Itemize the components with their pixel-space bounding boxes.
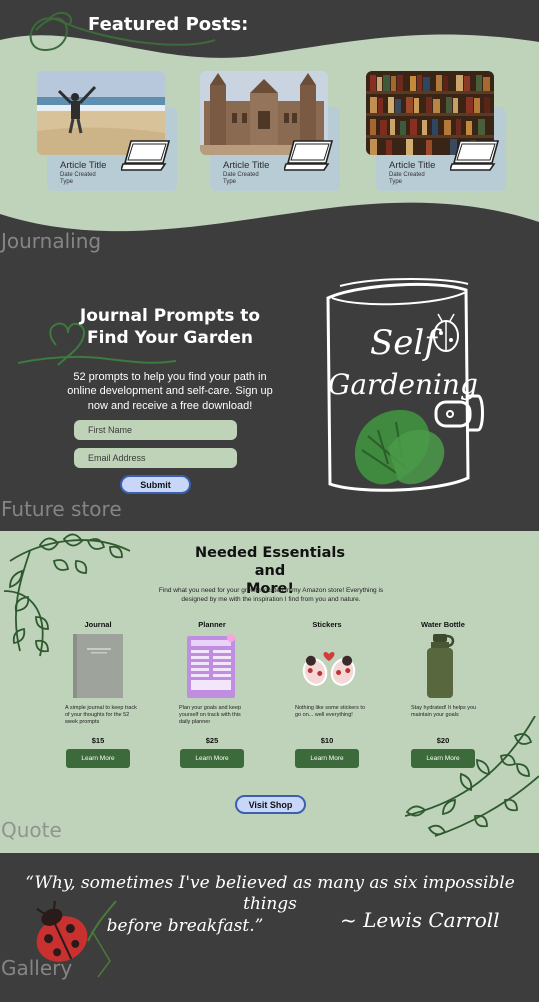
laptop-icon	[450, 140, 500, 171]
laptop-icon	[284, 140, 334, 171]
post-type: Type	[60, 179, 74, 185]
product-price: $20	[436, 736, 450, 745]
post-card[interactable]: Article Title Date Created Type	[37, 71, 177, 191]
learn-more-button[interactable]: Learn More	[295, 749, 359, 768]
water-bottle-image	[427, 634, 455, 698]
learn-more-button[interactable]: Learn More	[66, 749, 130, 768]
product-name: Planner	[198, 620, 226, 629]
future-store-section: Needed Essentials and More! Find what yo…	[0, 531, 539, 853]
first-name-field[interactable]	[74, 420, 237, 440]
post-title: Article Title	[223, 160, 270, 171]
post-date: Date Created	[389, 172, 425, 178]
section-label-gallery: Gallery	[1, 956, 73, 980]
store-title-line1: Needed Essentials and	[194, 545, 346, 580]
product-name: Water Bottle	[421, 620, 465, 629]
page: Featured Posts: Article Title Date Creat…	[0, 0, 539, 1002]
journal-prompts-title: Journal Prompts to Find Your Garden	[70, 305, 270, 349]
post-type: Type	[389, 179, 403, 185]
visit-shop-button[interactable]: Visit Shop	[235, 795, 306, 814]
post-card[interactable]: Article Title Date Created Type	[366, 71, 506, 191]
product-description: Plan your goals and keep yourself on tra…	[179, 705, 242, 726]
product-name: Stickers	[312, 620, 342, 629]
journal-title-line2: Find Your Garden	[86, 328, 254, 349]
quote-author: ~ Lewis Carroll	[340, 908, 500, 932]
section-label-future-store: Future store	[1, 497, 122, 521]
product-description: Stay hydrated! It helps you maintain you…	[411, 705, 477, 719]
product-price: $15	[91, 736, 105, 745]
self-gardening-book-illustration: Self Gardening	[326, 278, 484, 492]
product-price: $25	[205, 736, 219, 745]
post-type: Type	[223, 179, 237, 185]
journal-product-image	[73, 634, 123, 698]
planner-product-image	[187, 634, 235, 698]
post-title: Article Title	[389, 160, 436, 171]
journal-description: 52 prompts to help you find your path in…	[67, 371, 273, 412]
product-name: Journal	[84, 620, 112, 629]
section-label-journaling: Journaling	[1, 229, 102, 253]
email-field[interactable]	[74, 448, 237, 468]
post-date: Date Created	[60, 172, 96, 178]
product-description: A simple journal to keep track of your t…	[65, 705, 137, 726]
post-date: Date Created	[223, 172, 259, 178]
post-title: Article Title	[60, 160, 107, 171]
learn-more-button[interactable]: Learn More	[180, 749, 244, 768]
submit-button[interactable]: Submit	[120, 475, 191, 494]
book-title-line1: Self	[370, 323, 442, 363]
section-label-quote: Quote	[1, 818, 62, 842]
featured-posts-section: Featured Posts: Article Title Date Creat…	[0, 0, 539, 260]
laptop-icon	[121, 140, 171, 171]
journaling-section: Journal Prompts to Find Your Garden 52 p…	[0, 260, 539, 530]
featured-posts-title: Featured Posts:	[88, 14, 249, 35]
journal-title-line1: Journal Prompts to	[79, 306, 261, 326]
store-description: Find what you need for your growth locat…	[158, 587, 384, 603]
learn-more-button[interactable]: Learn More	[411, 749, 475, 768]
post-card[interactable]: Article Title Date Created Type	[200, 71, 340, 191]
product-description: Nothing like some stickers to go on... w…	[295, 705, 365, 719]
ladybug-stickers-image	[302, 651, 356, 686]
book-title-line2: Gardening	[328, 368, 478, 401]
product-price: $10	[320, 736, 334, 745]
quote-section: “Why, sometimes I've believed as many as…	[0, 853, 539, 1002]
